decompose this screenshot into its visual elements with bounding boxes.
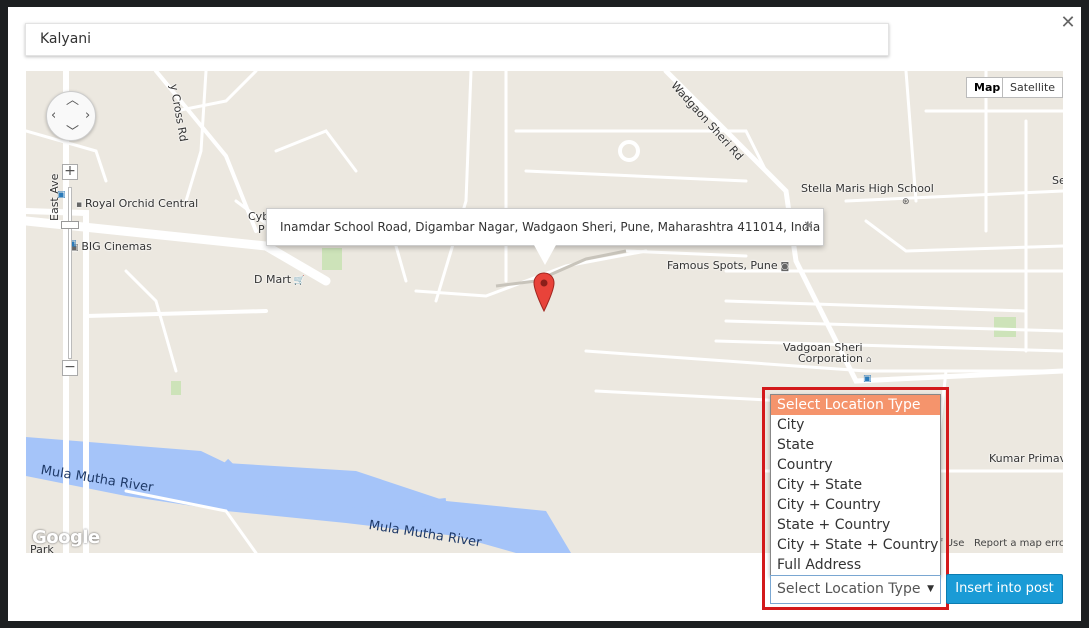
shopping-cart-icon: 🛒 <box>291 276 306 286</box>
location-type-option[interactable]: Full Address <box>771 555 940 575</box>
info-window-tail <box>534 245 556 265</box>
pan-right-icon[interactable]: › <box>85 109 90 122</box>
report-map-error-link[interactable]: Report a map error <box>974 538 1063 549</box>
map-label-big-cinemas: ▣ BIG Cinemas <box>70 240 152 253</box>
info-window-close-icon[interactable]: ✕ <box>803 209 814 245</box>
bus-stop-icon: ▣ <box>57 190 66 200</box>
insert-into-post-button[interactable]: Insert into post <box>946 574 1063 604</box>
bus-stop-icon: ▣ <box>863 374 872 384</box>
pan-up-icon[interactable]: ︿ <box>66 94 79 107</box>
map-type-satellite-button[interactable]: Satellite <box>1002 77 1063 98</box>
map-label-d-mart: D Mart 🛒 <box>254 273 305 286</box>
government-icon: ⌂ <box>862 355 872 365</box>
map-label-famous-spots-text: Famous Spots, Pune <box>667 259 778 272</box>
pan-control[interactable]: ︿ ﹀ ‹ › <box>46 91 96 141</box>
location-search-input[interactable]: Kalyani <box>25 23 889 56</box>
zoom-in-button[interactable]: + <box>62 164 78 180</box>
map-label-stella-maris: Stella Maris High School <box>801 182 934 195</box>
google-logo: Google <box>32 527 100 548</box>
map-label-kumar-primavera: Kumar Primave <box>989 452 1063 465</box>
location-type-option[interactable]: City <box>771 415 940 435</box>
map-label-big-cinemas-text: BIG Cinemas <box>81 240 152 253</box>
location-type-option[interactable]: City + State + Country <box>771 535 940 555</box>
map-label-d-mart-text: D Mart <box>254 273 292 286</box>
map-label-se: Se <box>1052 174 1063 187</box>
map-label-corp-line2-text: Corporation <box>798 352 863 365</box>
location-type-option[interactable]: City + State <box>771 475 940 495</box>
school-icon: ⊛ <box>902 197 910 207</box>
map-label-royal-orchid: ▪ Royal Orchid Central <box>76 197 198 210</box>
location-type-selected-value: Select Location Type <box>777 581 921 597</box>
location-type-select[interactable]: Select Location Type ▼ <box>770 575 941 604</box>
zoom-out-button[interactable]: − <box>62 360 78 376</box>
location-type-option[interactable]: City + Country <box>771 495 940 515</box>
zoom-slider-thumb[interactable] <box>61 221 79 229</box>
map-label-royal-orchid-text: Royal Orchid Central <box>84 197 199 210</box>
map-info-window: Inamdar School Road, Digambar Nagar, Wad… <box>266 208 824 246</box>
location-type-listbox[interactable]: Select Location Type City State Country … <box>770 394 941 576</box>
location-type-option[interactable]: State <box>771 435 940 455</box>
info-window-address: Inamdar School Road, Digambar Nagar, Wad… <box>280 220 821 234</box>
location-type-option[interactable]: Select Location Type <box>771 395 940 415</box>
hotel-icon: ▪ <box>76 200 85 210</box>
dropdown-arrow-icon: ▼ <box>927 584 934 594</box>
zoom-slider-track[interactable] <box>68 187 72 359</box>
pan-down-icon[interactable]: ﹀ <box>66 126 79 139</box>
location-type-option[interactable]: State + Country <box>771 515 940 535</box>
pan-left-icon[interactable]: ‹ <box>51 109 56 122</box>
camera-icon: ◙ <box>777 262 790 272</box>
location-type-option[interactable]: Country <box>771 455 940 475</box>
map-label-famous-spots: Famous Spots, Pune ◙ <box>667 259 789 272</box>
map-label-corp-line2: Corporation ⌂ <box>798 352 872 365</box>
location-modal: ✕ Kalyani East Ave y Cross Rd Wadgaon Sh… <box>8 7 1081 621</box>
map-label-cyb-bottom: P <box>258 223 265 236</box>
close-icon[interactable]: ✕ <box>1058 13 1078 33</box>
